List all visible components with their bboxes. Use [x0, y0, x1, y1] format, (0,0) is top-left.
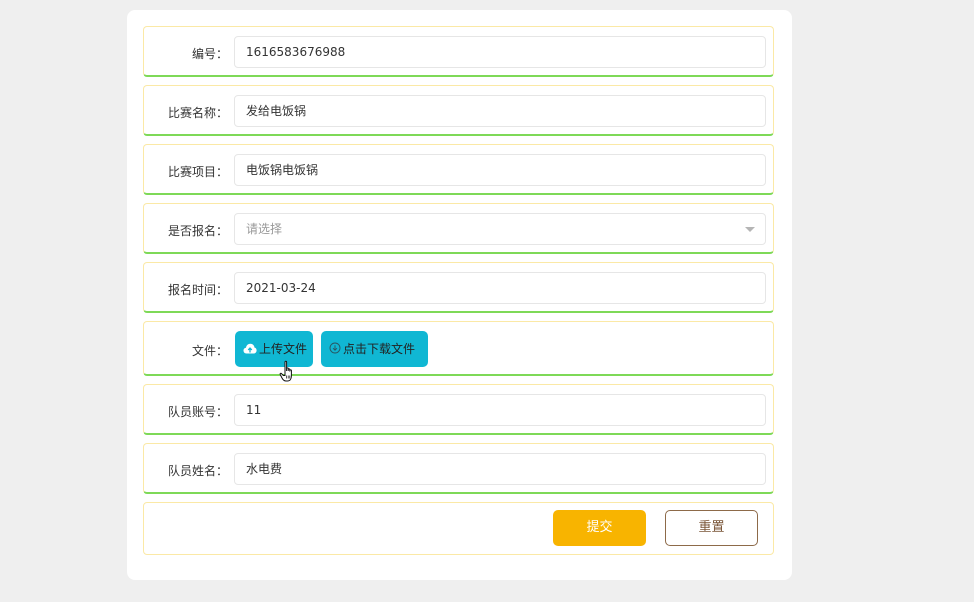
- member-account-input[interactable]: 11: [234, 394, 766, 426]
- competition-name-label: 比赛名称：: [167, 106, 228, 120]
- form-row-member-account: 队员账号： 11: [143, 384, 774, 435]
- registered-select-placeholder: 请选择: [246, 222, 283, 236]
- form-row-id: 编号： 1616583676988: [143, 26, 774, 77]
- hand-pointer-icon: [279, 360, 299, 388]
- form-row-member-name: 队员姓名： 水电费: [143, 443, 774, 494]
- download-circle-icon: [329, 332, 341, 368]
- submit-button[interactable]: 提交: [553, 510, 646, 546]
- registered-select[interactable]: 请选择: [234, 213, 766, 245]
- download-file-button[interactable]: 点击下载文件: [321, 331, 428, 367]
- file-label: 文件：: [191, 344, 228, 358]
- upload-file-label: 上传文件: [259, 342, 308, 356]
- cloud-upload-icon: [243, 332, 257, 368]
- form-row-competition-name: 比赛名称： 发给电饭锅: [143, 85, 774, 136]
- registration-time-label: 报名时间：: [167, 283, 228, 297]
- chevron-down-icon: [745, 227, 755, 232]
- upload-file-button[interactable]: 上传文件: [235, 331, 313, 367]
- id-input[interactable]: 1616583676988: [234, 36, 766, 68]
- form-row-file: 文件： 上传文件 点击下载文件: [143, 321, 774, 376]
- form-row-registered: 是否报名： 请选择: [143, 203, 774, 254]
- form-row-competition-event: 比赛项目： 电饭锅电饭锅: [143, 144, 774, 195]
- registration-time-input[interactable]: 2021-03-24: [234, 272, 766, 304]
- competition-event-label: 比赛项目：: [167, 165, 228, 179]
- id-label: 编号：: [191, 47, 228, 61]
- member-name-label: 队员姓名：: [167, 464, 228, 478]
- form-actions-row: 提交 重置: [143, 502, 774, 555]
- member-account-label: 队员账号：: [167, 405, 228, 419]
- form-card: 编号： 1616583676988 比赛名称： 发给电饭锅 比赛项目： 电饭锅电…: [127, 10, 792, 580]
- download-file-label: 点击下载文件: [343, 342, 416, 356]
- competition-name-input[interactable]: 发给电饭锅: [234, 95, 766, 127]
- form-row-registration-time: 报名时间： 2021-03-24: [143, 262, 774, 313]
- competition-event-input[interactable]: 电饭锅电饭锅: [234, 154, 766, 186]
- member-name-input[interactable]: 水电费: [234, 453, 766, 485]
- reset-button[interactable]: 重置: [665, 510, 758, 546]
- registered-label: 是否报名：: [167, 224, 228, 238]
